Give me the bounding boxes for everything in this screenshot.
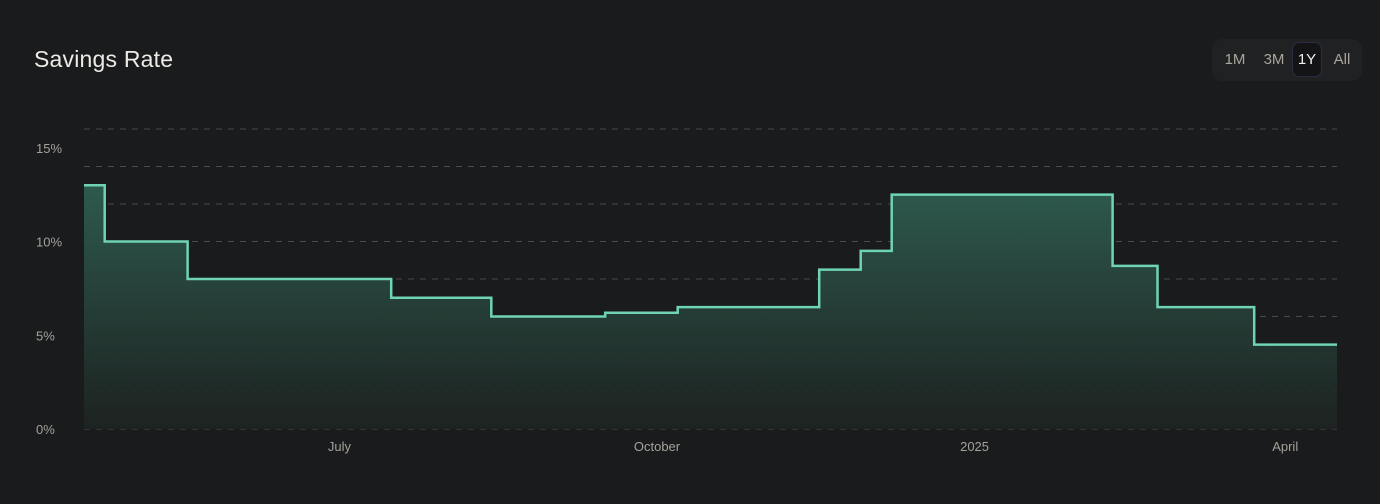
y-tick-label: 10%: [36, 235, 62, 250]
y-tick-label: 0%: [36, 422, 55, 437]
y-tick-label: 15%: [36, 141, 62, 156]
y-tick-label: 5%: [36, 328, 55, 343]
x-tick-label: October: [634, 439, 681, 454]
x-tick-label: April: [1272, 439, 1298, 454]
x-tick-label: July: [328, 439, 352, 454]
x-tick-label: 2025: [960, 439, 989, 454]
savings-rate-chart: 0% 5% 10% 15% July October 2025 April: [36, 128, 1337, 454]
